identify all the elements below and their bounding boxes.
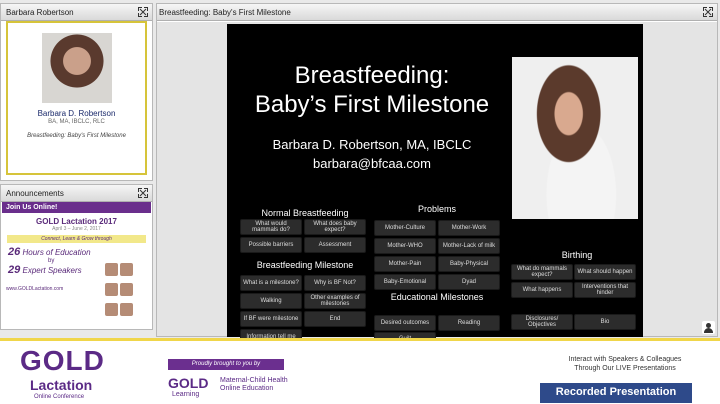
section-birthing: Birthing	[561, 250, 593, 260]
presenter-panel-title: Barbara Robertson	[6, 8, 74, 17]
announcements-header: Announcements	[1, 185, 152, 202]
ad-speakers-text: Expert Speakers	[22, 266, 82, 275]
nav-button[interactable]: If BF were milestone	[240, 311, 302, 327]
presentation-title: Breastfeeding: Baby's First Milestone	[27, 133, 126, 139]
slide-title-line2: Baby’s First Milestone	[254, 91, 490, 118]
expand-icon[interactable]	[138, 188, 148, 198]
slide: Breastfeeding: Baby’s First Milestone Ba…	[227, 24, 643, 346]
interact-line2: Through Our LIVE Presentations	[574, 365, 676, 372]
gold-logo: GOLD	[20, 345, 105, 376]
speaker-photo	[512, 57, 638, 219]
slide-title: Breastfeeding: Baby’s First Milestone	[227, 61, 517, 119]
section-normal-breastfeeding: Normal Breastfeeding	[261, 208, 349, 218]
nav-button[interactable]: Desired outcomes	[374, 315, 436, 331]
nav-button[interactable]: Mother-WHO	[374, 238, 436, 254]
announcements-panel: Announcements Join Us Online! GOLD Lacta…	[0, 184, 153, 330]
slide-panel-title: Breastfeeding: Baby's First Milestone	[159, 8, 291, 17]
nav-button[interactable]: What would mammals do?	[240, 219, 302, 235]
gold-learning-logo: GOLD	[168, 375, 209, 391]
slide-panel: Breastfeeding: Baby's First Milestone Br…	[156, 3, 718, 346]
conference-label: Online Conference	[34, 394, 85, 400]
mch-tagline: Maternal-Child Health Online Education	[220, 377, 288, 393]
ad-hours: 26 Hours of Education	[8, 246, 151, 258]
speaker-thumbnail	[120, 303, 133, 316]
nav-button[interactable]: Reading	[438, 315, 500, 331]
presenter-credentials: BA, MA, IBCLC, RLC	[48, 119, 105, 125]
nav-button[interactable]: Why is BF Not?	[304, 275, 366, 291]
ad-speakers-number: 29	[8, 264, 21, 276]
ad-hours-text: Hours of Education	[22, 248, 91, 257]
nav-button[interactable]: Disclosures/ Objectives	[511, 314, 573, 330]
speaker-thumbnail	[105, 303, 118, 316]
slide-area: Breastfeeding: Baby’s First Milestone Ba…	[157, 22, 717, 346]
nav-button[interactable]: Mother-Work	[438, 220, 500, 236]
nav-button[interactable]: Mother-Lack of milk	[438, 238, 500, 254]
speaker-thumbnail	[120, 263, 133, 276]
nav-button[interactable]: What do mammals expect?	[511, 264, 573, 280]
nav-button[interactable]: End	[304, 311, 366, 327]
conference-ad[interactable]: Join Us Online! GOLD Lactation 2017 Apri…	[2, 202, 151, 328]
nav-button[interactable]: What happens	[511, 282, 573, 298]
learning-wordmark: Learning	[172, 391, 200, 398]
section-educational-milestones: Educational Milestones	[390, 292, 484, 302]
brought-by-label: Proudly brought to you by	[168, 359, 284, 370]
speaker-thumbnail	[105, 263, 118, 276]
presenter-photo	[41, 33, 112, 103]
recorded-presentation-badge: Recorded Presentation	[540, 383, 692, 403]
ad-title: GOLD Lactation 2017	[36, 217, 117, 226]
nav-button[interactable]: Baby-Physical	[438, 256, 500, 272]
section-problems: Problems	[417, 204, 456, 214]
nav-button[interactable]: Assessment	[304, 237, 366, 253]
ad-join-banner: Join Us Online!	[2, 202, 151, 213]
nav-button[interactable]: Bio	[574, 314, 636, 330]
ad-tagline: Connect, Learn & Grow through	[7, 235, 146, 243]
interact-line1: Interact with Speakers & Colleagues	[568, 356, 682, 363]
nav-button[interactable]: What should happen	[574, 264, 636, 280]
slide-panel-header: Breastfeeding: Baby's First Milestone	[157, 4, 717, 21]
nav-button[interactable]: Baby-Emotional	[374, 274, 436, 290]
presenter-panel-header: Barbara Robertson	[1, 4, 152, 21]
interact-tagline: Interact with Speakers & Colleagues Thro…	[540, 355, 710, 373]
nav-button[interactable]: What is a milestone?	[240, 275, 302, 291]
footer-banner: GOLD Lactation Online Conference Proudly…	[0, 338, 720, 404]
presenter-panel: Barbara Robertson Barbara D. Robertson B…	[0, 3, 153, 181]
nav-button[interactable]: Interventions that hinder	[574, 282, 636, 298]
ad-dates: April 3 – June 2, 2017	[52, 226, 101, 232]
nav-button[interactable]: Possible barriers	[240, 237, 302, 253]
nav-button[interactable]: Walking	[240, 293, 302, 309]
presenter-name: Barbara D. Robertson	[37, 109, 116, 118]
slide-email: barbara@bfcaa.com	[313, 156, 431, 171]
announcements-title: Announcements	[6, 189, 64, 198]
mch-line2: Online Education	[220, 385, 274, 392]
mch-line1: Maternal-Child Health	[220, 377, 288, 384]
nav-button[interactable]: Dyad	[438, 274, 500, 290]
nav-button[interactable]: Other examples of milestones	[304, 293, 366, 309]
nav-button[interactable]: Mother-Pain	[374, 256, 436, 272]
slide-title-line1: Breastfeeding:	[294, 62, 450, 89]
expand-icon[interactable]	[138, 7, 148, 17]
speaker-thumbnail	[120, 283, 133, 296]
speaker-thumbnail	[105, 283, 118, 296]
expand-icon[interactable]	[703, 7, 713, 17]
section-breastfeeding-milestone: Breastfeeding Milestone	[256, 260, 354, 270]
nav-button[interactable]: Mother-Culture	[374, 220, 436, 236]
lactation-wordmark: Lactation	[30, 377, 93, 393]
person-icon[interactable]	[702, 321, 715, 334]
nav-button[interactable]: What does baby expect?	[304, 219, 366, 235]
slide-author: Barbara D. Robertson, MA, IBCLC	[272, 137, 472, 152]
presenter-card: Barbara D. Robertson BA, MA, IBCLC, RLC …	[6, 21, 147, 175]
ad-hours-number: 26	[8, 246, 21, 258]
speaker-thumbnails	[104, 262, 148, 322]
